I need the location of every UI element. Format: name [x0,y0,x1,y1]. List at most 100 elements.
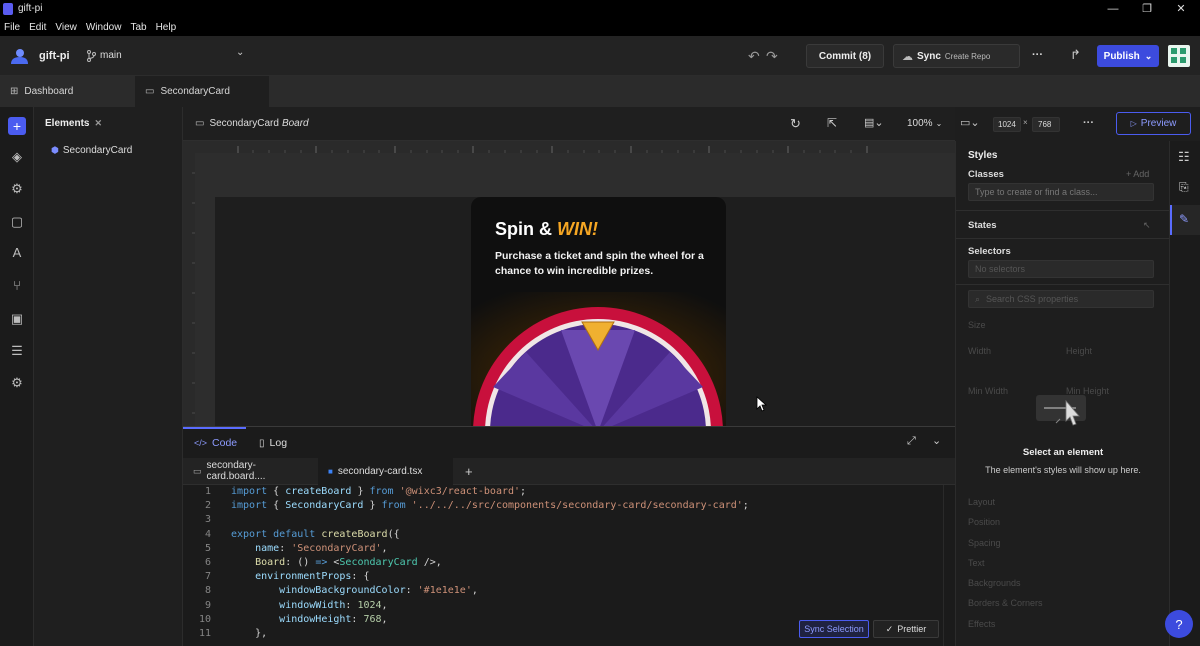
inspect-icon[interactable]: ⎘ [1179,180,1189,195]
zoom-value: 100% [907,118,933,129]
refresh-icon[interactable]: ↻ [790,116,801,132]
add-tab-icon[interactable]: + [465,464,473,479]
add-class-button[interactable]: + Add [1126,169,1149,179]
pointer-icon[interactable]: ↖ [1143,220,1151,231]
tab-code[interactable]: </> Code [194,437,237,449]
menu-window[interactable]: Window [86,22,122,33]
menu-tab[interactable]: Tab [130,22,146,33]
document-icon: ▯ [259,437,265,449]
zoom-select[interactable]: 100% ⌄ [907,118,942,129]
selectors-dropdown[interactable]: No selectors [968,260,1154,278]
folder-icon[interactable]: ▢ [8,213,26,231]
search-icon: ⌕ [975,294,981,304]
spin-card[interactable]: Spin & WIN! Purchase a ticket and spin t… [471,197,726,426]
code-line: 4 export default createBoard({ [204,528,400,540]
section-backgrounds: Backgrounds [968,578,1021,588]
section-borders: Borders & Corners [968,598,1043,608]
device-icon[interactable]: ▭⌄ [960,116,980,129]
elements-panel: Elements ✕ ⬢ SecondaryCard [34,107,183,646]
components-icon[interactable]: ⚙ [8,180,26,198]
commit-button[interactable]: Commit (8) [806,44,884,68]
top-ruler [183,141,955,153]
prettier-button[interactable]: ✓ Prettier [873,620,939,638]
menu-help[interactable]: Help [156,22,177,33]
css-search[interactable]: ⌕ Search CSS properties [968,290,1154,308]
publish-label: Publish [1103,50,1140,62]
file-tab-tsx[interactable]: ■ secondary-card.tsx [318,457,453,485]
preview-button[interactable]: ▷ Preview [1116,112,1191,135]
layers-icon[interactable]: ◈ [8,148,26,166]
chevron-down-icon[interactable]: ⌄ [236,47,244,58]
chevron-down-icon: ⌄ [1144,50,1153,61]
classes-label: Classes [968,169,1004,180]
help-button[interactable]: ? [1165,610,1193,638]
add-icon[interactable]: + [8,117,26,135]
wix-logo-icon [11,49,28,64]
tab-label: SecondaryCard [160,86,230,97]
tab-code-label: Code [212,437,238,449]
close-button[interactable]: ✕ [1166,1,1196,17]
selectors-label: Selectors [968,246,1011,257]
properties-icon[interactable]: ☷ [1178,149,1190,165]
tree-item[interactable]: ⬢ SecondaryCard [51,145,132,156]
monitor-icon: ▭ [195,118,205,129]
code-scrollbar[interactable] [943,485,955,646]
monitor-icon: ▭ [145,86,155,97]
menu-edit[interactable]: Edit [29,22,46,33]
undo-icon[interactable]: ↶ [748,48,760,65]
canvas[interactable]: Spin & WIN! Purchase a ticket and spin t… [195,153,955,426]
cloud-icon: ☁ [902,50,913,63]
code-line: 2 import { SecondaryCard } from '../../..… [204,500,749,512]
user-avatar[interactable] [1168,45,1190,67]
git-icon[interactable]: ⑂ [8,277,26,295]
tab-secondarycard[interactable]: ▭ SecondaryCard [135,76,269,107]
class-input[interactable]: Type to create or find a class... [968,183,1154,201]
minimize-button[interactable]: — [1098,1,1128,17]
card-title-plain: Spin & [495,219,552,239]
share-icon[interactable]: ↱ [1070,47,1081,63]
window-title: gift-pi [18,3,43,14]
styles-tab[interactable]: ✎ [1170,205,1200,235]
pin-icon[interactable]: ✕ [94,118,102,129]
tab-dashboard[interactable]: ⊞ Dashboard [0,76,135,107]
app-icon [3,3,13,15]
title-bar: gift-pi — ❐ ✕ [0,0,1200,18]
redo-icon[interactable]: ↷ [766,48,778,65]
settings-icon[interactable]: ⚙ [8,374,26,392]
maximize-button[interactable]: ❐ [1132,1,1162,17]
empty-state-subtitle: The element's styles will show up here. [985,465,1141,475]
sync-label: Sync [917,50,941,62]
publish-button[interactable]: Publish ⌄ [1097,45,1159,67]
code-line: 7 environmentProps: { [204,571,370,583]
board-header: ▭ SecondaryCard Board [183,107,955,141]
tab-log-label: Log [269,437,288,449]
elements-title: Elements [45,118,90,129]
tab-label: Dashboard [24,86,74,97]
chevron-down-icon[interactable]: ⌄ [932,434,941,447]
typography-icon[interactable]: A [8,244,26,262]
open-external-icon[interactable]: ⇱ [827,116,837,130]
tab-log[interactable]: ▯ Log [259,437,287,449]
file-tabs: ▭ secondary-card.board.... ■ secondary-c… [183,457,955,485]
more-options-icon[interactable]: ··· [1083,117,1094,129]
more-options-icon[interactable]: ··· [1032,49,1043,61]
brush-icon: ✎ [1179,212,1190,226]
menu-view[interactable]: View [55,22,77,33]
code-line: 6 Board: () => <SecondaryCard />, [204,556,442,568]
file-tab-board[interactable]: ▭ secondary-card.board.... [183,458,318,485]
component-icon: ⬢ [51,145,59,155]
board-name: SecondaryCard [209,118,279,129]
width-input[interactable]: 1024 [993,117,1021,132]
sync-selection-button[interactable]: Sync Selection [799,620,869,638]
terminal-icon[interactable]: ▣ [8,310,26,328]
layout-icon[interactable]: ▤⌄ [864,116,884,129]
sync-button[interactable]: ☁ Sync Create Repo [893,44,1020,68]
branch-name[interactable]: main [100,50,122,61]
menu-file[interactable]: File [4,22,20,33]
project-name[interactable]: gift-pi [39,50,70,62]
expand-icon[interactable]: ⤢ [907,435,916,448]
table-icon[interactable]: ☰ [8,342,26,360]
card-title: Spin & WIN! [495,219,598,240]
active-tab-indicator [183,427,246,429]
height-input[interactable]: 768 [1032,117,1060,132]
